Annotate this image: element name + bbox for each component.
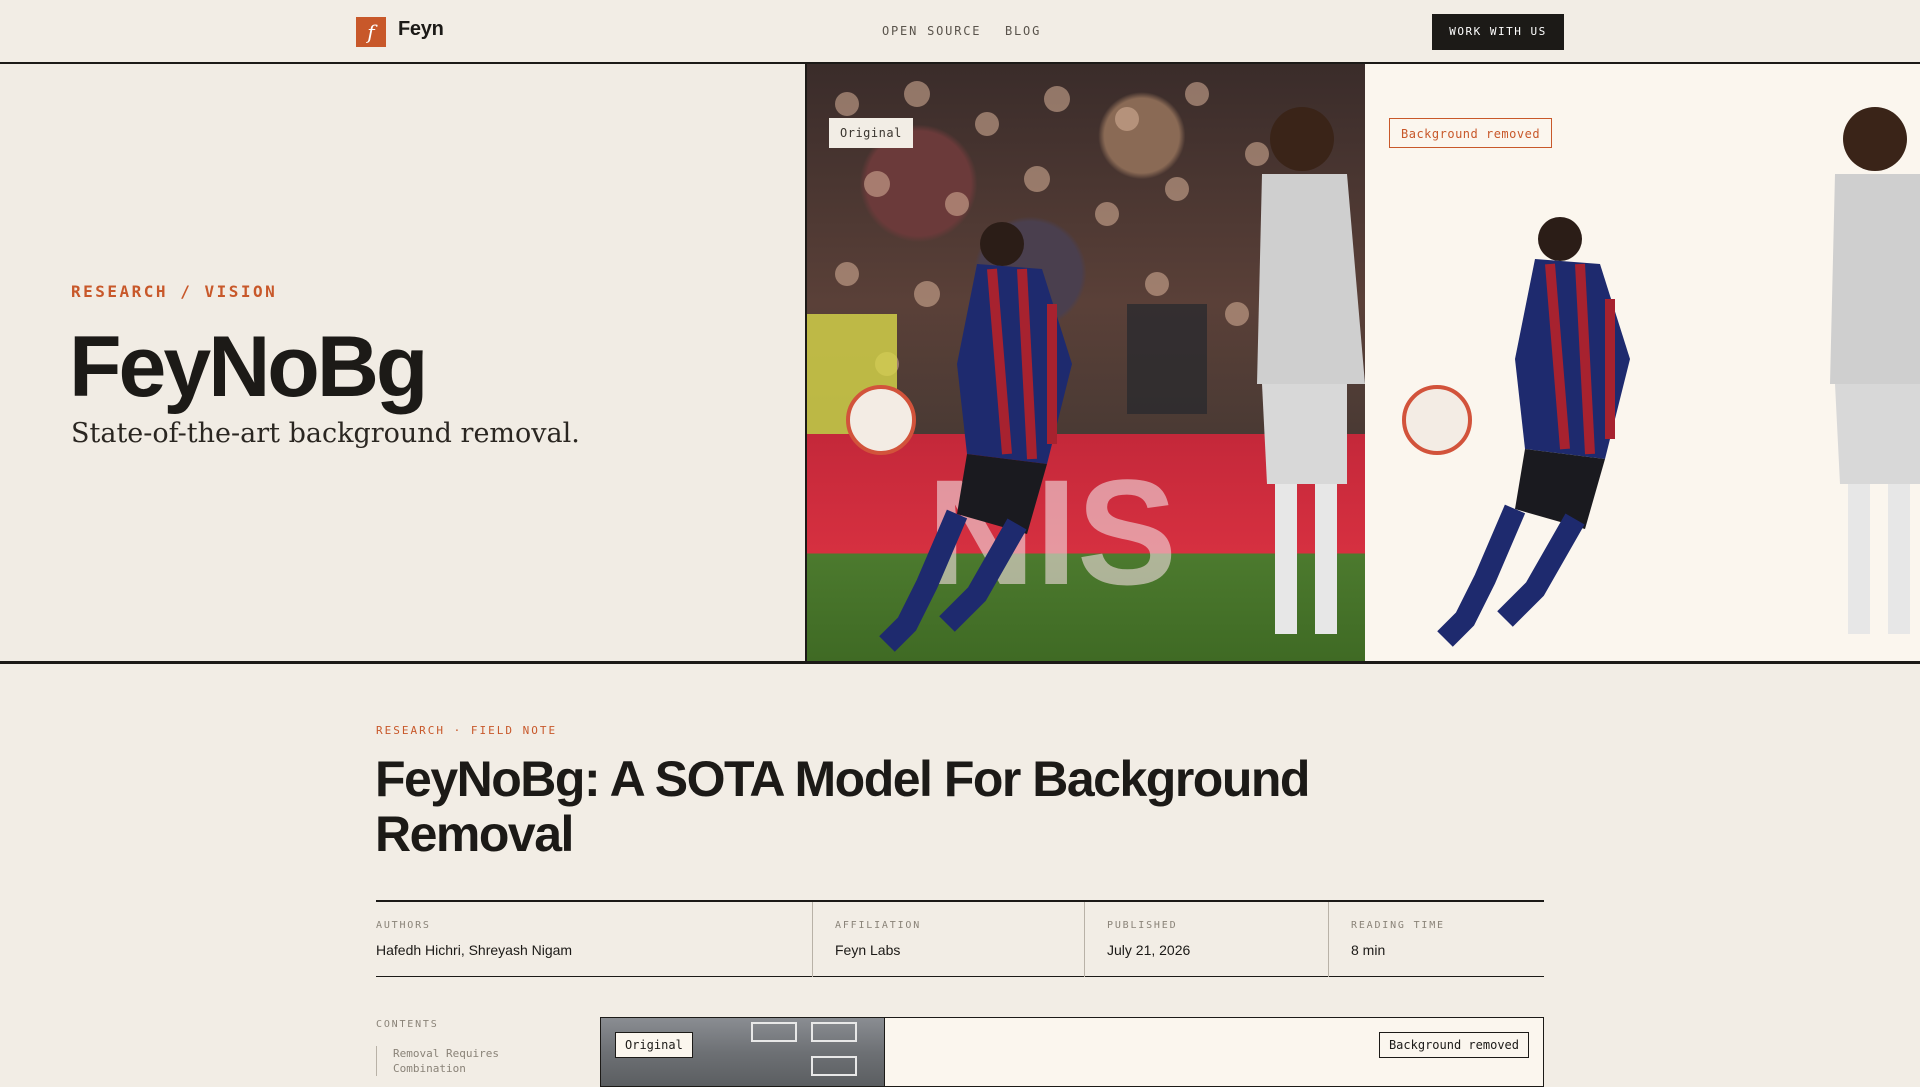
toc-item[interactable]: Removal Requires Combination xyxy=(376,1046,536,1076)
hero-section: RESEARCH / VISION FeyNoBg State-of-the-a… xyxy=(0,64,1920,664)
meta-published: PUBLISHED July 21, 2026 xyxy=(1084,902,1328,977)
original-image: NIS Original xyxy=(805,64,1367,661)
background-removed-image: Background removed xyxy=(1365,64,1920,661)
hero-eyebrow: RESEARCH / VISION xyxy=(71,282,278,301)
top-nav: f Feyn OPEN SOURCE BLOG WORK WITH US xyxy=(0,0,1920,64)
comparison-figure: Original Background removed xyxy=(600,1017,1544,1087)
brand-name[interactable]: Feyn xyxy=(398,18,444,41)
meta-value: July 21, 2026 xyxy=(1107,942,1191,958)
figure-badge-original: Original xyxy=(615,1032,693,1058)
article-eyebrow: RESEARCH · FIELD NOTE xyxy=(376,724,558,737)
article-title: FeyNoBg: A SOTA Model For Background Rem… xyxy=(375,751,1310,862)
work-with-us-button[interactable]: WORK WITH US xyxy=(1432,14,1564,50)
players-cutout xyxy=(1402,107,1920,647)
hero-title: FeyNoBg xyxy=(69,319,428,415)
meta-reading-time: READING TIME 8 min xyxy=(1328,902,1544,977)
contents-label: CONTENTS xyxy=(376,1019,439,1030)
meta-value: 8 min xyxy=(1351,942,1386,958)
players-original xyxy=(846,107,1365,652)
nav-link-open-source[interactable]: OPEN SOURCE xyxy=(882,24,981,38)
feyn-logo-icon[interactable]: f xyxy=(356,17,386,47)
figure-original-image: Original xyxy=(601,1018,885,1086)
figure-badge-removed: Background removed xyxy=(1378,1032,1529,1058)
meta-label: PUBLISHED xyxy=(1107,920,1178,931)
badge-original: Original xyxy=(829,118,913,148)
nav-link-blog[interactable]: BLOG xyxy=(1005,24,1041,38)
meta-label: AFFILIATION xyxy=(835,920,922,931)
meta-label: READING TIME xyxy=(1351,920,1445,931)
meta-value: Hafedh Hichri, Shreyash Nigam xyxy=(376,942,573,958)
window-shape xyxy=(811,1022,857,1042)
meta-label: AUTHORS xyxy=(376,920,431,931)
meta-affiliation: AFFILIATION Feyn Labs xyxy=(812,902,1084,977)
meta-authors: AUTHORS Hafedh Hichri, Shreyash Nigam xyxy=(376,902,812,977)
window-shape xyxy=(751,1022,797,1042)
badge-background-removed: Background removed xyxy=(1389,118,1553,148)
article-meta: AUTHORS Hafedh Hichri, Shreyash Nigam AF… xyxy=(376,900,1544,977)
hero-subtitle: State-of-the-art background removal. xyxy=(71,418,580,449)
window-shape xyxy=(811,1056,857,1076)
meta-value: Feyn Labs xyxy=(835,942,901,958)
